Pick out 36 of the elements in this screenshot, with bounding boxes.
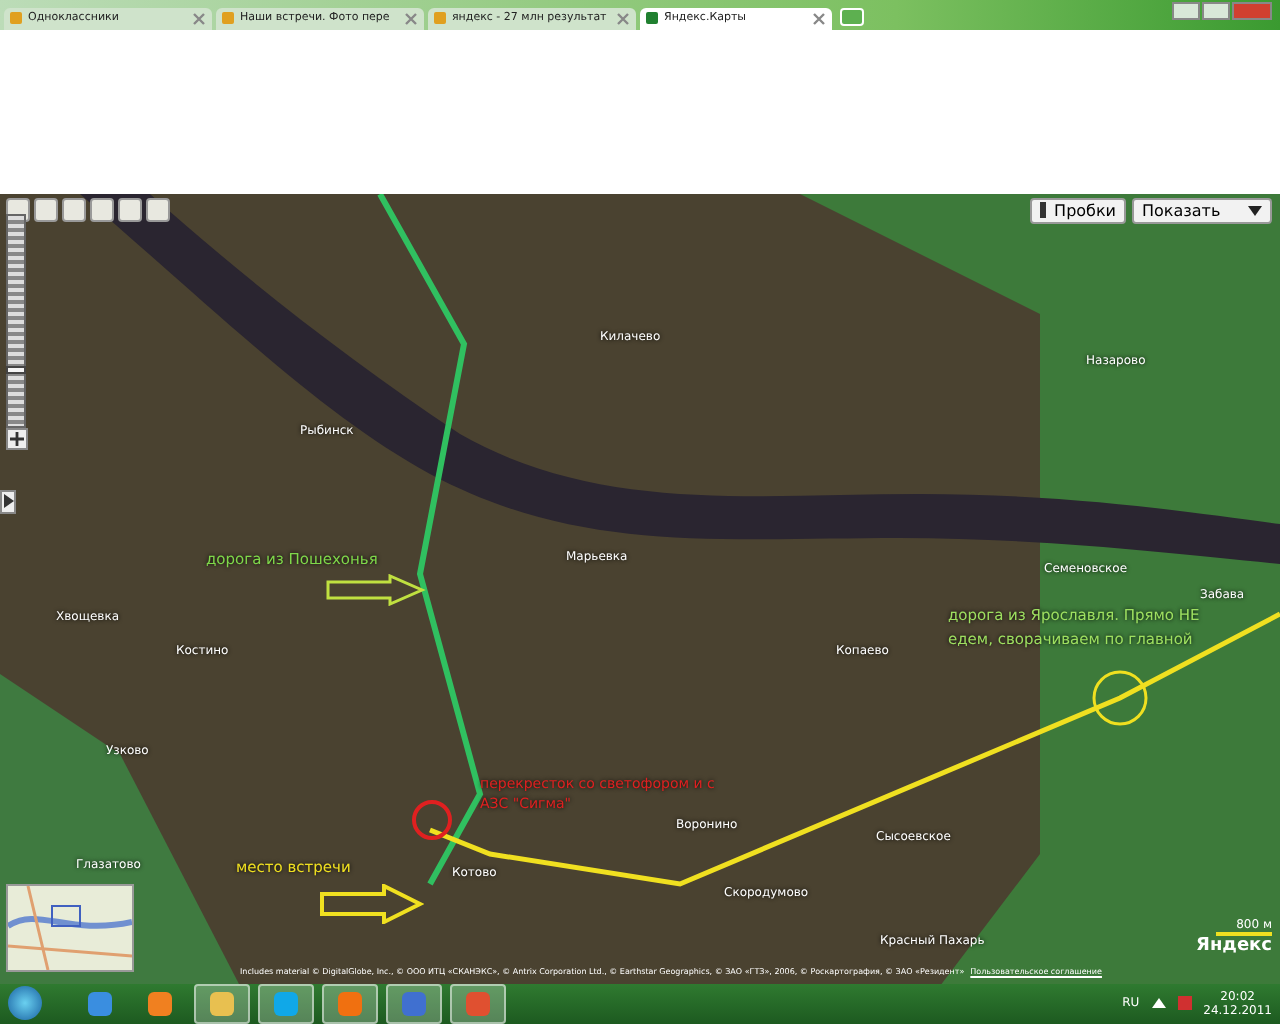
arrow-icon <box>326 573 426 606</box>
map-tool-icon[interactable] <box>146 197 170 222</box>
expand-panel-button[interactable] <box>0 489 16 514</box>
maximize-button[interactable] <box>1202 2 1230 20</box>
circle-marker-icon <box>1090 667 1150 728</box>
map-logo: Яндекс <box>1196 935 1272 956</box>
favicon-icon <box>434 12 446 25</box>
scale-bar-icon <box>1216 931 1272 936</box>
zoom-in-button[interactable] <box>6 427 28 450</box>
start-button[interactable] <box>8 986 42 1021</box>
minimize-button[interactable] <box>1172 2 1200 20</box>
favicon-icon <box>222 12 234 25</box>
taskbar-app-button[interactable] <box>258 983 314 1024</box>
favicon-icon <box>646 12 658 25</box>
zoom-slider-thumb[interactable] <box>6 365 26 374</box>
taskbar-app-button[interactable] <box>450 983 506 1024</box>
map-tool-icon[interactable] <box>118 197 142 222</box>
circle-marker-icon <box>410 797 454 842</box>
taskbar-app-button[interactable] <box>386 983 442 1024</box>
show-dropdown[interactable]: Показать <box>1132 197 1272 224</box>
taskbar-app-button[interactable] <box>322 983 378 1024</box>
close-icon[interactable] <box>616 11 630 26</box>
map-tool-icon[interactable] <box>62 197 86 222</box>
traffic-button[interactable]: Пробки <box>1030 197 1126 224</box>
caret-icon <box>1248 205 1262 216</box>
favicon-icon <box>10 12 22 25</box>
arrow-icon <box>320 883 424 924</box>
close-icon[interactable] <box>192 11 206 26</box>
taskbar-app-button[interactable] <box>194 983 250 1024</box>
close-icon[interactable] <box>812 11 826 26</box>
minimap-drawing <box>6 883 134 972</box>
map-tool-icon[interactable] <box>34 197 58 222</box>
map-tool-icon[interactable] <box>90 197 114 222</box>
close-icon[interactable] <box>404 11 418 26</box>
tray-expand-icon[interactable] <box>1151 998 1166 1009</box>
new-tab-button[interactable] <box>840 7 864 26</box>
